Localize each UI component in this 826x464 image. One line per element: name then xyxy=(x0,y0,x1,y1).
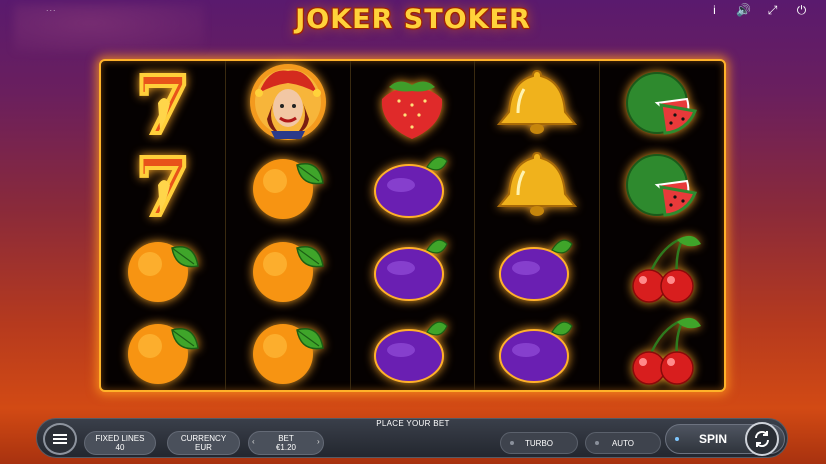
currency-selector[interactable]: CURRENCY EUR xyxy=(167,431,240,455)
seven-icon: 7 xyxy=(133,56,193,154)
spin-label: SPIN xyxy=(699,432,728,446)
joker-icon xyxy=(249,64,326,141)
currency-label: CURRENCY xyxy=(180,434,227,443)
fixed-lines-label: FIXED LINES xyxy=(95,434,145,443)
currency-value: EUR xyxy=(195,443,212,452)
bet-decrease-button[interactable]: ‹ xyxy=(252,437,255,446)
reel-4 xyxy=(475,61,601,390)
turbo-toggle[interactable]: TURBO xyxy=(500,432,578,454)
plum-icon xyxy=(374,239,449,301)
strawberry-icon xyxy=(382,81,443,140)
bet-value: €1.20 xyxy=(275,443,297,452)
cherries-icon xyxy=(632,235,702,303)
symbol-plum xyxy=(351,308,475,390)
info-icon[interactable]: i xyxy=(700,3,729,17)
power-icon[interactable]: ⏻ xyxy=(787,3,816,17)
symbol-orange xyxy=(101,308,225,390)
orange-icon xyxy=(252,323,324,384)
symbol-orange xyxy=(226,143,350,225)
spin-indicator xyxy=(675,437,679,441)
sound-icon[interactable]: 🔊 xyxy=(729,3,758,17)
auto-indicator xyxy=(595,441,599,445)
cherries-icon xyxy=(632,317,702,385)
orange-icon xyxy=(127,323,199,384)
symbol-watermelon xyxy=(600,61,724,143)
plum-icon xyxy=(374,156,449,219)
watermelon-icon xyxy=(626,72,698,135)
fixed-lines-display: FIXED LINES 40 xyxy=(84,431,156,455)
symbol-watermelon xyxy=(600,143,724,225)
symbol-seven: 7 xyxy=(101,56,225,154)
seven-icon: 7 xyxy=(133,138,193,236)
watermelon-icon xyxy=(626,154,698,217)
turbo-label: TURBO xyxy=(525,438,553,448)
bet-selector: BET €1.20 xyxy=(248,431,324,455)
menu-button[interactable] xyxy=(43,423,77,455)
reel-5 xyxy=(600,61,724,390)
symbol-strawberry xyxy=(351,61,475,143)
fullscreen-icon[interactable]: ⤢ xyxy=(758,3,787,17)
auto-label: AUTO xyxy=(611,438,635,448)
bell-icon xyxy=(497,152,578,217)
auto-toggle[interactable]: AUTO xyxy=(585,432,661,454)
symbol-cherries xyxy=(600,226,724,308)
symbol-plum xyxy=(351,226,475,308)
reel-grid: 77 xyxy=(99,56,726,392)
plum-icon xyxy=(499,321,573,383)
bet-label: BET xyxy=(278,434,294,443)
symbol-orange xyxy=(101,226,225,308)
symbol-plum xyxy=(475,226,599,308)
symbol-plum xyxy=(351,143,475,225)
spin-circle-button[interactable] xyxy=(745,422,779,456)
reel-2 xyxy=(226,61,351,390)
reel-3 xyxy=(351,61,476,390)
symbol-bell xyxy=(475,143,599,225)
orange-icon xyxy=(252,159,324,220)
hamburger-icon xyxy=(53,434,67,444)
symbol-joker xyxy=(226,61,350,143)
plum-icon xyxy=(499,239,573,301)
symbol-seven: 7 xyxy=(101,138,225,236)
symbol-orange xyxy=(226,226,350,308)
symbol-plum xyxy=(475,308,599,390)
top-controls: i 🔊 ⤢ ⏻ xyxy=(700,3,816,18)
plum-icon xyxy=(374,321,449,383)
refresh-icon xyxy=(754,430,770,448)
reel-1: 77 xyxy=(101,56,226,390)
symbol-cherries xyxy=(600,308,724,390)
symbol-bell xyxy=(475,61,599,143)
turbo-indicator xyxy=(510,441,514,445)
orange-icon xyxy=(252,241,324,302)
bell-icon xyxy=(497,70,578,135)
orange-icon xyxy=(127,241,199,302)
symbol-orange xyxy=(226,308,350,390)
fixed-lines-value: 40 xyxy=(115,443,125,452)
bet-increase-button[interactable]: › xyxy=(317,437,320,446)
